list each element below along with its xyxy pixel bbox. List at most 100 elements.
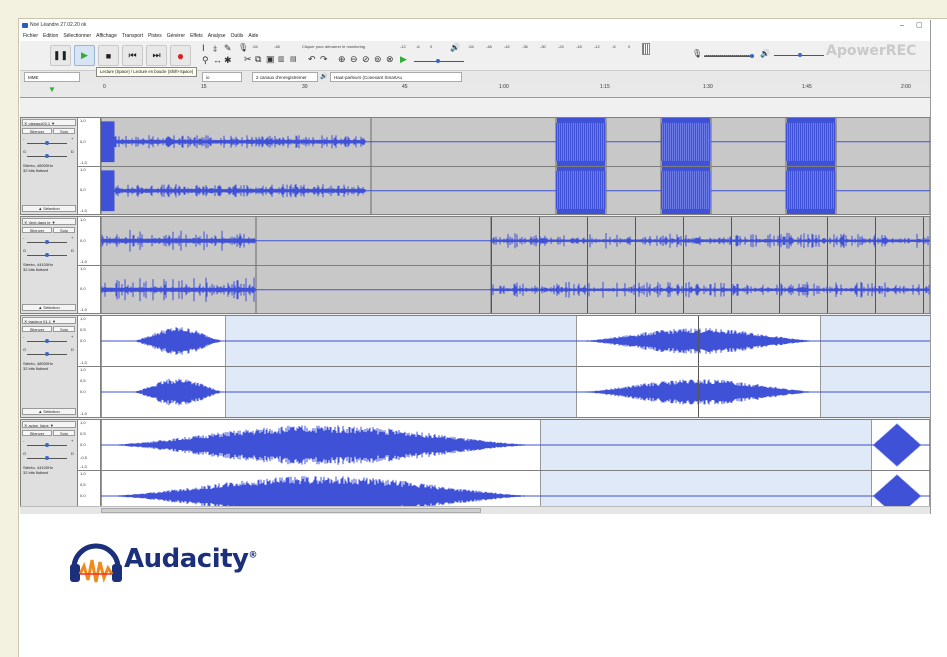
redo-icon[interactable]: ↷	[320, 54, 328, 65]
audio-track[interactable]: ✕ tracteur 01.1 ▼ Silencer Solo - + G D …	[20, 315, 930, 418]
pan-knob[interactable]	[45, 154, 49, 158]
track-name-menu[interactable]: ✕ tracteur 01.1 ▼	[22, 317, 76, 324]
waveform-right-channel[interactable]	[101, 166, 930, 214]
record-button[interactable]: ●	[170, 45, 191, 66]
waveform-right-channel[interactable]	[101, 367, 930, 417]
mute-button[interactable]: Silencer	[22, 430, 52, 436]
audio-host-select[interactable]: MME	[24, 72, 80, 82]
scale-label: -1,0	[80, 464, 87, 469]
skip-to-end-button[interactable]: ⏭	[146, 45, 167, 66]
scale-label: 0,0	[80, 493, 86, 498]
gain-knob[interactable]	[45, 339, 49, 343]
play-at-speed-icon[interactable]: ▶	[400, 54, 407, 65]
fit-selection-icon[interactable]: ⊘	[362, 54, 370, 65]
record-volume-knob[interactable]	[750, 54, 754, 58]
menu-aide[interactable]: Aide	[248, 33, 258, 39]
audacity-logo: Audacity®	[66, 530, 257, 594]
solo-button[interactable]: Solo	[53, 430, 75, 436]
record-volume-slider[interactable]	[704, 54, 754, 58]
menu-effets[interactable]: Effets	[190, 33, 203, 39]
pinned-play-head-icon[interactable]: ▼	[48, 86, 56, 94]
gain-slider[interactable]	[27, 339, 67, 343]
audio-track[interactable]: ✕ avion_ligne ▼ Silencer Solo - + G D St…	[20, 419, 930, 514]
pan-knob[interactable]	[45, 253, 49, 257]
recording-channels-select[interactable]: 2 canaux d'enregistremer	[252, 72, 318, 82]
fit-project-icon[interactable]: ⊚	[374, 54, 382, 65]
waveform-left-channel[interactable]	[101, 316, 930, 366]
play-button[interactable]: ▶	[74, 45, 95, 66]
cut-icon[interactable]: ✂	[244, 54, 252, 65]
zoom-in-icon[interactable]: ⊕	[338, 54, 346, 65]
recording-device-select[interactable]: io	[202, 72, 242, 82]
menu-outils[interactable]: Outils	[231, 33, 244, 39]
waveform-left-channel[interactable]	[101, 118, 930, 166]
gain-slider[interactable]	[27, 443, 67, 447]
playback-volume-slider[interactable]	[774, 53, 824, 57]
track-name-menu[interactable]: ✕ avion_ligne ▼	[22, 421, 76, 428]
zoom-tool-icon[interactable]: ⚲	[202, 55, 209, 66]
mute-button[interactable]: Silencer	[22, 128, 52, 134]
playback-volume-knob[interactable]	[798, 53, 802, 57]
play-speed-slider[interactable]	[414, 59, 464, 63]
undo-icon[interactable]: ↶	[308, 54, 316, 65]
timeline-ruler[interactable]: ▼ 0 15 30 45 1:00 1:15 1:30 1:45 2:00	[20, 84, 930, 98]
zoom-toggle-icon[interactable]: ⊗	[386, 54, 394, 65]
playback-device-select[interactable]: Haut-parleurs (Conexant SmartAu	[330, 72, 462, 82]
pause-button[interactable]: ❚❚	[50, 45, 71, 66]
select-track-button[interactable]: ▲ Sélection	[22, 205, 76, 212]
paste-icon[interactable]: ▣	[266, 54, 275, 65]
selection-tool-icon[interactable]: Ⅰ	[202, 43, 205, 54]
waveform-right-channel[interactable]	[101, 265, 930, 313]
stop-button[interactable]: ■	[98, 45, 119, 66]
solo-button[interactable]: Solo	[53, 326, 75, 332]
waveform-left-channel[interactable]	[101, 420, 930, 470]
menu-analyse[interactable]: Analyse	[208, 33, 226, 39]
scale-label: 1,0	[80, 471, 86, 476]
horizontal-scrollbar[interactable]	[20, 506, 930, 514]
pan-slider[interactable]	[27, 154, 67, 158]
skip-to-start-button[interactable]: ⏮	[122, 45, 143, 66]
waveform-left-channel[interactable]	[101, 217, 930, 265]
pan-slider[interactable]	[27, 352, 67, 356]
menu-pistes[interactable]: Pistes	[148, 33, 162, 39]
menu-affichage[interactable]: Affichage	[96, 33, 117, 39]
maximize-button[interactable]: ▢	[916, 20, 923, 31]
menu-fichier[interactable]: Fichier	[23, 33, 38, 39]
play-speed-knob[interactable]	[436, 59, 440, 63]
gain-max-label: +	[71, 235, 74, 240]
gain-slider[interactable]	[27, 141, 67, 145]
audio-track[interactable]: ✕ Vent dans le ▼ Silencer Solo - + G D S…	[20, 216, 930, 314]
gain-knob[interactable]	[45, 240, 49, 244]
scale-label: -1,0	[80, 208, 87, 213]
pan-knob[interactable]	[45, 352, 49, 356]
pan-slider[interactable]	[27, 253, 67, 257]
track-name-menu[interactable]: ✕ oiseaux03.1 ▼	[22, 119, 76, 126]
mute-button[interactable]: Silencer	[22, 326, 52, 332]
multi-tool-icon[interactable]: ✱	[224, 55, 232, 66]
mute-button[interactable]: Silencer	[22, 227, 52, 233]
menu-generer[interactable]: Générer	[167, 33, 185, 39]
envelope-tool-icon[interactable]: ⤈	[213, 43, 217, 54]
track-name-menu[interactable]: ✕ Vent dans le ▼	[22, 218, 76, 225]
pan-slider[interactable]	[27, 456, 67, 460]
select-track-button[interactable]: ▲ Sélection	[22, 408, 76, 415]
trim-icon[interactable]: ▥	[278, 55, 285, 63]
draw-tool-icon[interactable]: ✎	[224, 43, 232, 54]
gain-knob[interactable]	[45, 141, 49, 145]
menu-transport[interactable]: Transport	[122, 33, 143, 39]
menu-selectionner[interactable]: Sélectionner	[63, 33, 91, 39]
audio-track[interactable]: ✕ oiseaux03.1 ▼ Silencer Solo - + G D St…	[20, 117, 930, 215]
select-track-button[interactable]: ▲ Sélection	[22, 304, 76, 311]
menu-edition[interactable]: Edition	[43, 33, 58, 39]
pan-knob[interactable]	[45, 456, 49, 460]
scrollbar-thumb[interactable]	[101, 508, 481, 513]
gain-slider[interactable]	[27, 240, 67, 244]
zoom-out-icon[interactable]: ⊖	[350, 54, 358, 65]
solo-button[interactable]: Solo	[53, 227, 75, 233]
solo-button[interactable]: Solo	[53, 128, 75, 134]
timeshift-tool-icon[interactable]: ↔	[213, 55, 222, 65]
silence-icon[interactable]: ▤	[290, 55, 297, 63]
minimize-button[interactable]: –	[900, 20, 904, 31]
copy-icon[interactable]: ⧉	[255, 54, 261, 65]
gain-knob[interactable]	[45, 443, 49, 447]
